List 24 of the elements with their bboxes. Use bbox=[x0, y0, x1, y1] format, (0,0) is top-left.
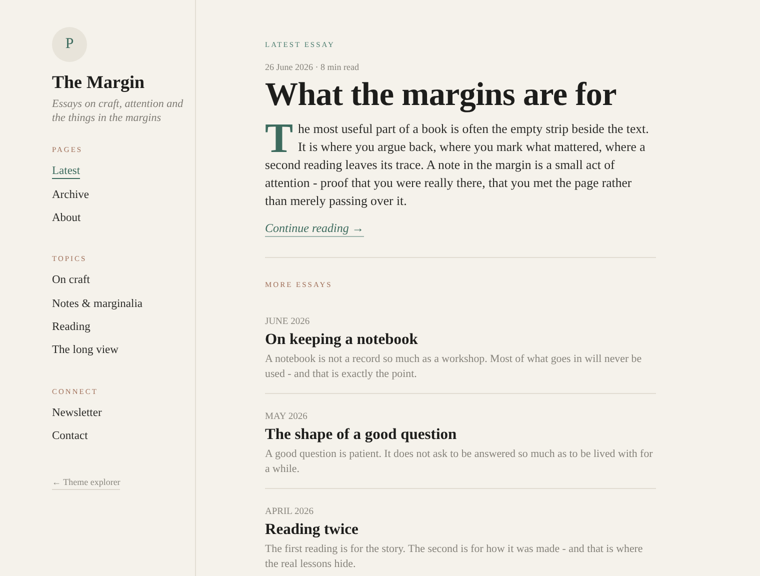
avatar: P bbox=[52, 27, 87, 62]
article-meta: 26 June 2026 · 8 min read bbox=[265, 62, 360, 72]
site-tagline: Essays on craft, attention and the things in the margins bbox=[52, 97, 184, 125]
continue-reading-link[interactable]: Continue reading → bbox=[265, 221, 364, 237]
essay-title[interactable]: On keeping a notebook bbox=[265, 331, 656, 349]
article-title: What the margins are for bbox=[265, 77, 618, 114]
essay-date: JUNE 2026 bbox=[265, 317, 311, 327]
essay-summary: The first reading is for the story. The second is for how it was made - and that is where the real lessons hide. bbox=[265, 542, 644, 572]
nav-link[interactable]: Newsletter bbox=[52, 406, 102, 421]
nav-link[interactable]: Reading bbox=[52, 320, 90, 336]
site-title: The Margin bbox=[52, 72, 146, 93]
nav-link[interactable]: Notes & marginalia bbox=[52, 296, 142, 312]
nav-link[interactable]: About bbox=[52, 210, 81, 226]
essay-date: APRIL 2026 bbox=[265, 507, 314, 517]
essay-summary: A good question is patient. It does not ask to be answered so much as to be lived with for a while. bbox=[265, 447, 654, 477]
essay-summary: A notebook is not a record so much as a workshop. Most of what goes in will never be used - and that is exactly the point. bbox=[265, 352, 643, 382]
essay-title[interactable]: The shape of a good question bbox=[265, 426, 656, 444]
nav-link[interactable]: On craft bbox=[52, 273, 90, 288]
nav-link[interactable]: Latest bbox=[52, 164, 80, 180]
nav-link[interactable]: The long view bbox=[52, 343, 118, 358]
essay-date: MAY 2026 bbox=[265, 412, 308, 422]
nav-link[interactable]: Archive bbox=[52, 188, 90, 203]
essay-title[interactable]: Reading twice bbox=[265, 521, 656, 539]
nav-link[interactable]: Contact bbox=[52, 429, 88, 444]
